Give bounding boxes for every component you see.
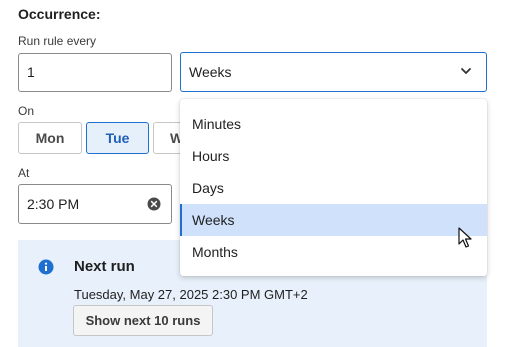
- frequency-option-hours[interactable]: Hours: [180, 140, 487, 172]
- occurrence-title: Occurrence:: [18, 6, 101, 22]
- day-button-mon[interactable]: Mon: [18, 122, 82, 154]
- show-next-runs-button[interactable]: Show next 10 runs: [73, 305, 213, 336]
- mouse-cursor-icon: [458, 227, 472, 248]
- next-run-datetime: Tuesday, May 27, 2025 2:30 PM GMT+2: [74, 287, 308, 302]
- frequency-option-months[interactable]: Months: [180, 236, 487, 268]
- run-every-label: Run rule every: [18, 34, 97, 48]
- frequency-option-days[interactable]: Days: [180, 172, 487, 204]
- frequency-option-weeks[interactable]: Weeks: [180, 204, 487, 236]
- chevron-down-icon: [461, 68, 471, 74]
- at-label: At: [18, 166, 30, 180]
- frequency-dropdown-menu: Minutes Hours Days Weeks Months: [180, 99, 487, 276]
- time-input-value: 2:30 PM: [27, 196, 80, 212]
- frequency-select[interactable]: Weeks: [180, 52, 487, 92]
- info-icon: [38, 259, 54, 275]
- run-every-input[interactable]: 1: [18, 53, 172, 92]
- day-button-tue[interactable]: Tue: [86, 122, 149, 154]
- clear-icon[interactable]: [147, 197, 161, 211]
- frequency-option-minutes[interactable]: Minutes: [180, 108, 487, 140]
- frequency-select-value: Weeks: [189, 64, 232, 80]
- on-label: On: [18, 104, 35, 118]
- time-input[interactable]: 2:30 PM: [18, 184, 172, 224]
- next-run-title: Next run: [74, 258, 135, 275]
